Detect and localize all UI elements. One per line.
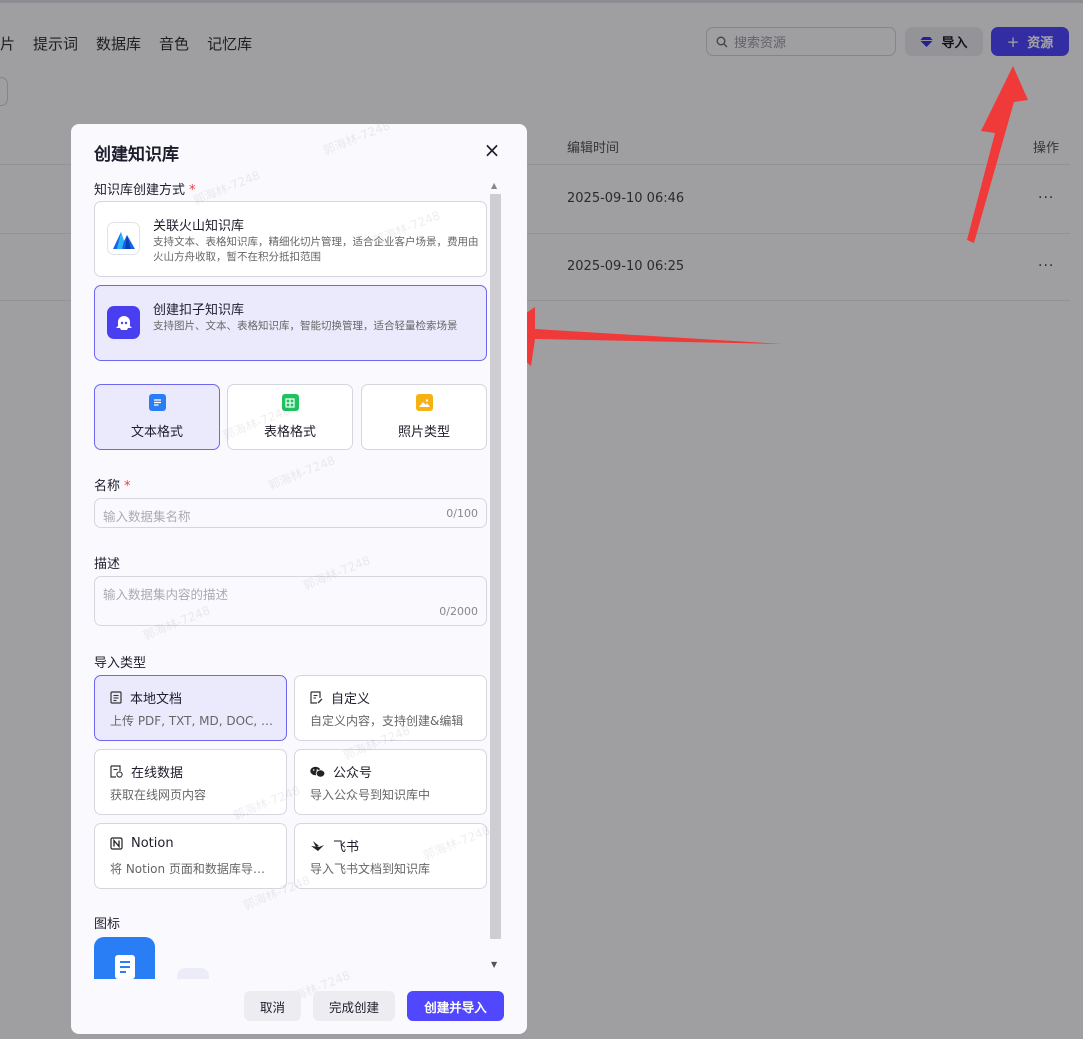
regenerate-icon-button[interactable] xyxy=(177,968,209,979)
scroll-down-arrow[interactable]: ▼ xyxy=(491,960,497,969)
dialog-scroll-area[interactable]: 知识库创建方式 * 关联火山知识库 支持文本、表格知识库，精细化切片管理，适合企业… xyxy=(71,174,527,979)
document-icon xyxy=(148,394,166,411)
description-label: 描述 xyxy=(94,557,121,572)
file-icon xyxy=(110,691,122,704)
scroll-up-arrow[interactable]: ▲ xyxy=(491,181,497,190)
close-icon[interactable]: × xyxy=(482,138,502,162)
name-placeholder: 输入数据集名称 xyxy=(103,509,191,524)
description-placeholder: 输入数据集内容的描述 xyxy=(103,587,229,602)
coze-logo-icon xyxy=(107,306,140,339)
format-card-text[interactable]: 文本格式 xyxy=(94,384,220,450)
method-desc: 支持文本、表格知识库，精细化切片管理，适合企业客户场景，费用由火山方舟收取，暂不… xyxy=(153,236,479,263)
import-type-desc: 将 Notion 页面和数据库导入到知识库中 xyxy=(110,862,275,876)
import-type-label: 导入类型 xyxy=(94,656,147,671)
import-type-wechat-official[interactable]: 公众号 导入公众号到知识库中 xyxy=(294,749,487,815)
web-doc-icon xyxy=(110,765,123,778)
create-and-import-button[interactable]: 创建并导入 xyxy=(407,991,504,1021)
method-title: 创建扣子知识库 xyxy=(153,303,245,318)
finish-create-button[interactable]: 完成创建 xyxy=(313,991,395,1021)
description-field[interactable]: 输入数据集内容的描述 0/2000 xyxy=(94,576,487,626)
import-type-desc: 导入公众号到知识库中 xyxy=(310,788,431,802)
description-counter: 0/2000 xyxy=(439,605,478,618)
format-label: 文本格式 xyxy=(130,425,183,440)
import-type-title: 在线数据 xyxy=(131,766,184,781)
name-label: 名称 * xyxy=(94,479,131,494)
notion-icon xyxy=(110,837,123,850)
image-icon xyxy=(415,394,433,411)
import-type-desc: 上传 PDF, TXT, MD, DOC, DOCX 格式的本地文件 xyxy=(110,714,275,728)
dialog-title: 创建知识库 xyxy=(94,145,179,165)
icon-label: 图标 xyxy=(94,917,121,932)
volcano-logo-icon xyxy=(107,222,140,255)
name-field[interactable]: 输入数据集名称 0/100 xyxy=(94,498,487,528)
feishu-icon xyxy=(311,840,324,851)
import-type-local-doc[interactable]: 本地文档 上传 PDF, TXT, MD, DOC, DOCX 格式的本地文件 xyxy=(94,675,287,741)
create-knowledge-base-dialog: 创建知识库 × 知识库创建方式 * 关联火山知识库 支持文本、表格知识库，精细化切… xyxy=(71,124,527,1034)
creation-method-label: 知识库创建方式 * xyxy=(94,183,196,198)
cancel-button[interactable]: 取消 xyxy=(244,991,301,1021)
edit-doc-icon xyxy=(310,691,323,704)
import-type-title: 本地文档 xyxy=(130,692,183,707)
watermark: 郭海林-7248 xyxy=(321,124,393,158)
name-counter: 0/100 xyxy=(446,507,478,520)
knowledge-base-icon-preview[interactable] xyxy=(94,937,155,979)
import-type-title: Notion xyxy=(131,836,174,851)
document-icon xyxy=(114,955,135,979)
import-type-notion[interactable]: Notion 将 Notion 页面和数据库导入到知识库中 xyxy=(94,823,287,889)
method-desc: 支持图片、文本、表格知识库，智能切换管理，适合轻量检索场景 xyxy=(153,320,458,332)
import-type-desc: 导入飞书文档到知识库 xyxy=(310,862,431,876)
import-type-title: 公众号 xyxy=(333,766,373,781)
import-type-title: 自定义 xyxy=(331,692,371,707)
wechat-icon xyxy=(310,766,325,777)
scrollbar-thumb[interactable] xyxy=(490,194,501,939)
format-card-image[interactable]: 照片类型 xyxy=(361,384,487,450)
method-card-coze[interactable]: 创建扣子知识库 支持图片、文本、表格知识库，智能切换管理，适合轻量检索场景 xyxy=(94,285,487,361)
import-type-title: 飞书 xyxy=(333,840,360,855)
method-title: 关联火山知识库 xyxy=(153,219,245,234)
format-label: 照片类型 xyxy=(397,425,450,440)
